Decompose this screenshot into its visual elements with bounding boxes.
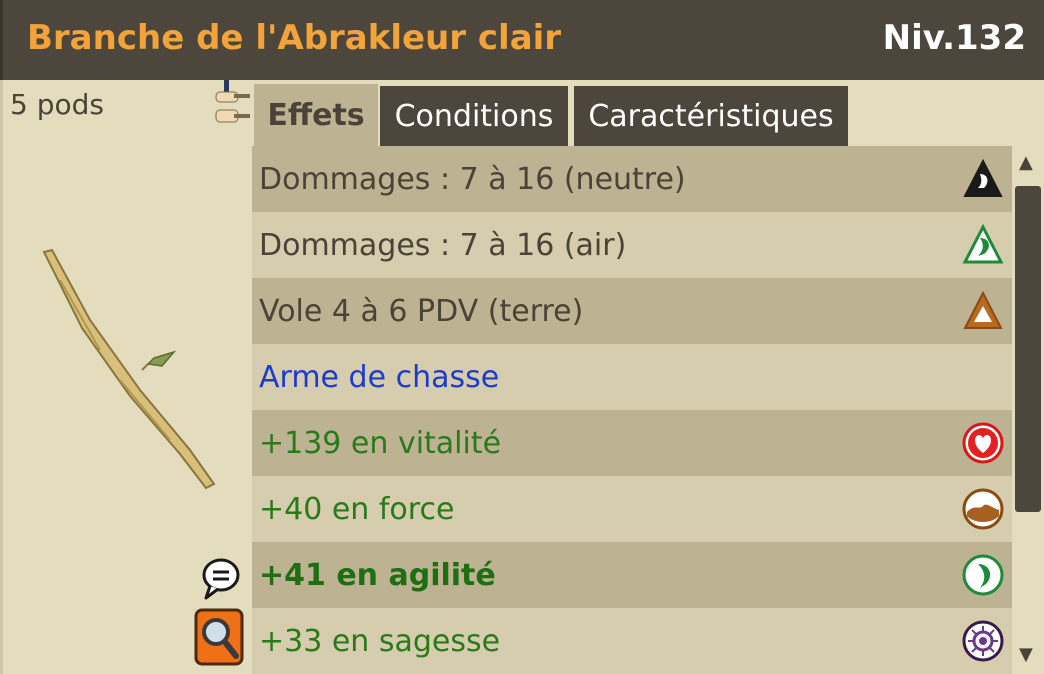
effect-text: Vole 4 à 6 PDV (terre) — [259, 293, 584, 329]
effect-text: Dommages : 7 à 16 (air) — [259, 227, 627, 263]
item-name: Branche de l'Abrakleur clair — [27, 18, 562, 58]
effect-row: Dommages : 7 à 16 (neutre) — [252, 146, 1012, 212]
neutral-element-icon — [963, 158, 1003, 197]
effect-text: +33 en sagesse — [259, 623, 501, 659]
wisdom-icon — [962, 620, 1004, 662]
effects-list: Dommages : 7 à 16 (neutre) Dommages : 7 … — [252, 146, 1012, 674]
tab-conditions[interactable]: Conditions — [380, 86, 568, 146]
scroll-up-arrow[interactable]: ▲ — [1019, 152, 1033, 173]
weapon-hands-icon — [215, 80, 250, 123]
item-image — [42, 248, 216, 490]
vitality-icon — [962, 422, 1004, 464]
recipe-search-button[interactable] — [194, 608, 244, 666]
item-level: Niv.132 — [882, 18, 1026, 58]
air-element-icon — [962, 224, 1004, 264]
scroll-down-arrow[interactable]: ▼ — [1019, 644, 1033, 665]
effect-row: +40 en force — [252, 476, 1012, 542]
effect-text: +139 en vitalité — [259, 425, 502, 461]
effect-row: Dommages : 7 à 16 (air) — [252, 212, 1012, 278]
tab-caracteristiques[interactable]: Caractéristiques — [574, 86, 848, 146]
agility-icon — [962, 554, 1004, 596]
effect-row: +41 en agilité — [252, 542, 1012, 608]
tab-effets[interactable]: Effets — [254, 84, 378, 146]
effect-row: Vole 4 à 6 PDV (terre) — [252, 278, 1012, 344]
item-weight: 5 pods — [10, 88, 104, 121]
tab-bar: Effets Conditions Caractéristiques — [252, 80, 1044, 146]
effect-text: Dommages : 7 à 16 (neutre) — [259, 161, 686, 197]
effect-text: Arme de chasse — [259, 359, 500, 395]
chat-bubble-icon[interactable] — [200, 556, 242, 600]
earth-element-icon — [963, 290, 1003, 329]
item-header: Branche de l'Abrakleur clair Niv.132 — [0, 0, 1044, 80]
effect-text: +40 en force — [259, 491, 455, 527]
scrollbar-thumb[interactable] — [1015, 186, 1041, 512]
effect-row: +33 en sagesse — [252, 608, 1012, 674]
effect-row: Arme de chasse — [252, 344, 1012, 410]
effect-row: +139 en vitalité — [252, 410, 1012, 476]
strength-icon — [962, 488, 1004, 530]
effect-text: +41 en agilité — [259, 557, 496, 593]
